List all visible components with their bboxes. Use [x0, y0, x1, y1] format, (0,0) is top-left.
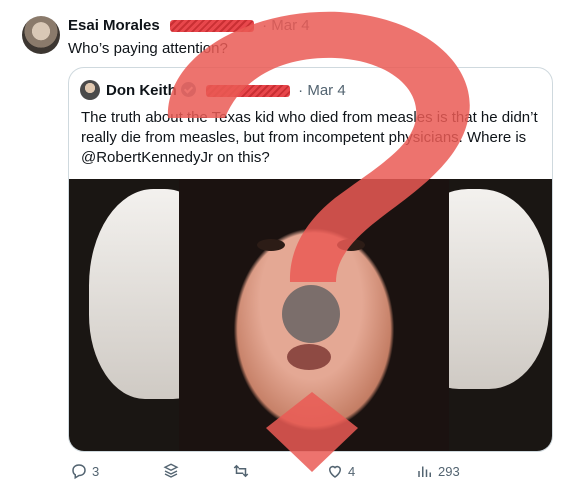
reply-button[interactable]: 3	[70, 462, 99, 480]
quoted-author-name: Don Keith	[106, 82, 177, 99]
grok-icon	[163, 463, 179, 478]
reply-count: 3	[92, 463, 100, 479]
quoted-tweet-text: The truth about the Texas kid who died f…	[81, 109, 538, 166]
grok-button[interactable]	[162, 462, 180, 480]
views-button[interactable]: 293	[416, 462, 460, 480]
like-button[interactable]: 4	[326, 462, 355, 480]
tweet-date[interactable]: Mar 4	[271, 17, 309, 34]
tweet-text: Who’s paying attention?	[68, 40, 228, 57]
quoted-tweet-header: Don Keith · Mar 4	[106, 82, 346, 99]
author-name[interactable]: Esai Morales	[68, 17, 160, 34]
tweet-header: Esai Morales · Mar 4	[68, 17, 310, 34]
retweet-button[interactable]	[232, 462, 250, 480]
author-avatar[interactable]	[22, 16, 60, 54]
eye-right	[337, 239, 365, 251]
eye-left	[257, 239, 285, 251]
quoted-tweet[interactable]: Don Keith · Mar 4 The truth about the Te…	[68, 67, 553, 452]
views-count: 293	[438, 463, 460, 479]
play-icon[interactable]	[282, 285, 340, 343]
separator: ·	[262, 17, 268, 34]
like-icon	[328, 465, 342, 478]
video-thumbnail[interactable]	[69, 179, 552, 451]
quoted-author-avatar	[80, 80, 100, 100]
mouth	[287, 344, 331, 370]
retweet-icon	[233, 464, 249, 478]
action-bar: 3 4 293	[0, 460, 571, 484]
verified-icon	[180, 82, 196, 97]
quoted-tweet-date: Mar 4	[307, 82, 346, 99]
views-icon	[418, 466, 431, 477]
reply-icon	[72, 464, 86, 480]
redacted-handle	[206, 85, 290, 98]
redacted-handle	[169, 20, 254, 33]
like-count: 4	[348, 463, 356, 479]
separator: ·	[298, 82, 304, 99]
